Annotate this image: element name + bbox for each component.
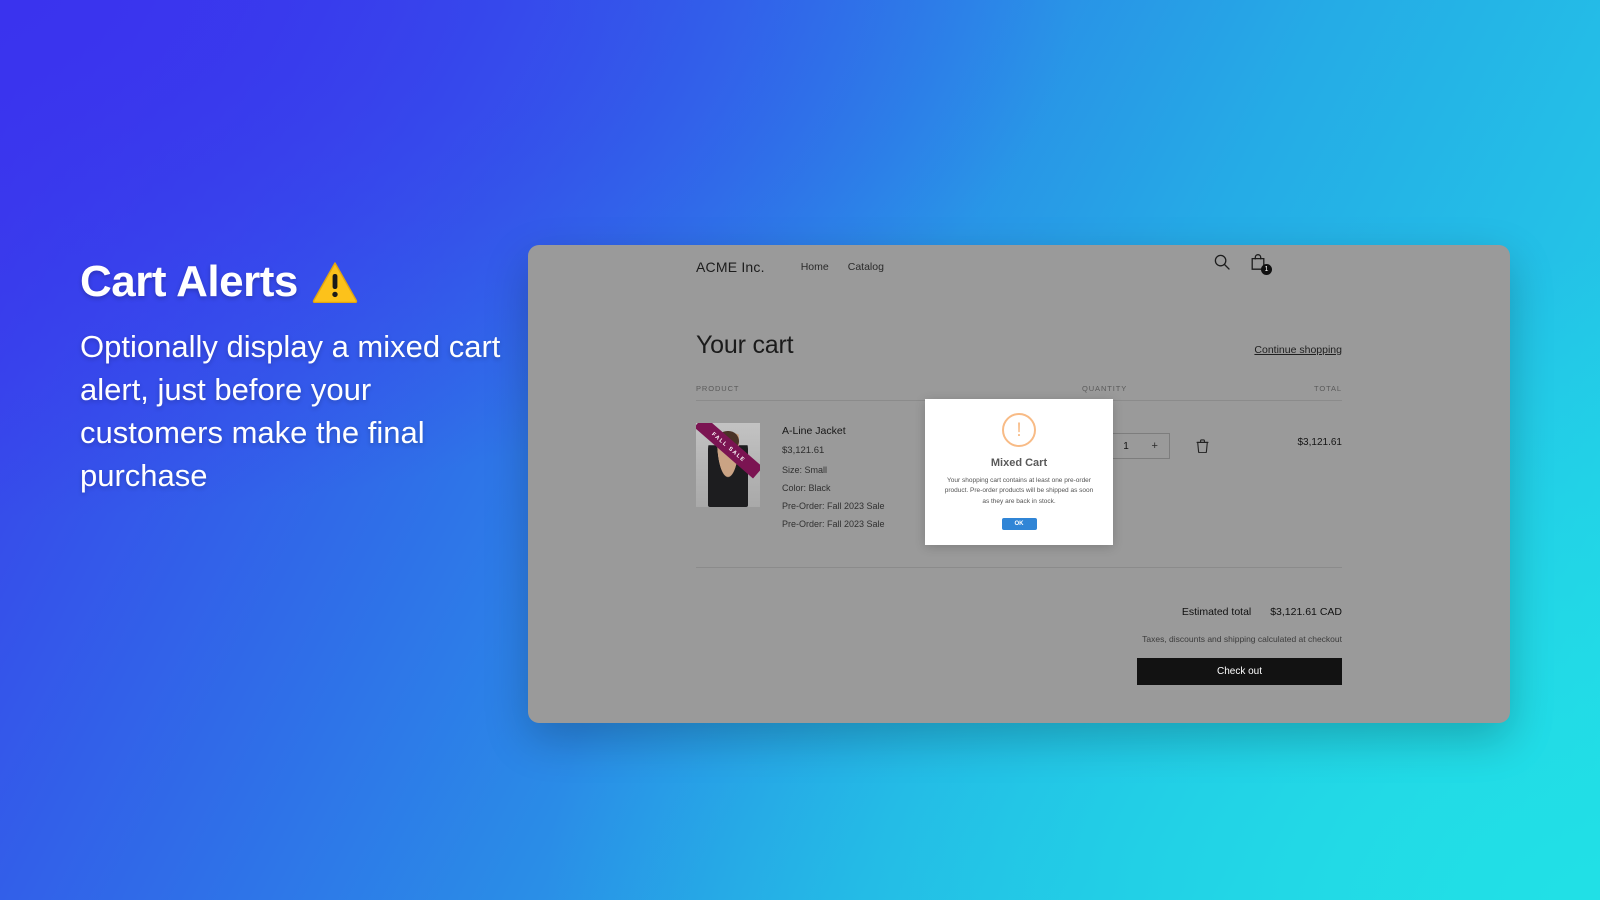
product-option-color: Color: Black: [782, 483, 831, 493]
product-option-size: Size: Small: [782, 465, 828, 475]
promo-block: Cart Alerts Optionally display a mixed c…: [80, 257, 510, 497]
search-icon[interactable]: [1213, 253, 1231, 271]
cart-title: Your cart: [696, 331, 794, 359]
quantity-value[interactable]: 1: [1112, 441, 1141, 452]
trash-icon[interactable]: [1196, 439, 1209, 454]
warning-glyph: !: [1016, 419, 1022, 441]
warning-emoji-icon: [312, 261, 358, 304]
product-info: A-Line Jacket $3,121.61 Size: Small Colo…: [782, 423, 885, 537]
product-price: $3,121.61: [782, 445, 825, 456]
column-header-quantity: QUANTITY: [1082, 384, 1128, 393]
modal-title: Mixed Cart: [990, 457, 1048, 469]
cart-count-badge: 1: [1261, 264, 1272, 275]
promo-subtitle: Optionally display a mixed cart alert, j…: [80, 329, 501, 493]
warning-circle-icon: !: [1002, 413, 1036, 447]
modal-ok-button[interactable]: OK: [1001, 518, 1037, 531]
product-name[interactable]: A-Line Jacket: [782, 425, 885, 437]
product-thumbnail[interactable]: FALL SALE: [696, 423, 760, 507]
mixed-cart-modal: ! Mixed Cart Your shopping cart contains…: [925, 399, 1113, 545]
cart-table-header: PRODUCT QUANTITY TOTAL: [696, 384, 1342, 400]
continue-shopping-link[interactable]: Continue shopping: [1254, 344, 1342, 356]
store-nav: Home Catalog: [801, 261, 884, 273]
page-title: Cart Alerts: [80, 257, 510, 306]
shopping-bag-icon[interactable]: 1: [1249, 253, 1272, 275]
line-total: $3,121.61: [1297, 437, 1343, 448]
cart-header-row: Your cart Continue shopping: [696, 331, 1342, 360]
column-header-total: TOTAL: [1314, 384, 1342, 393]
product-option-preorder-1: Pre-Order: Fall 2023 Sale: [782, 501, 885, 511]
store-preview-window: ACME Inc. Home Catalog 1 Your cart Conti…: [528, 245, 1510, 723]
promo-title-text: Cart Alerts: [80, 257, 298, 306]
estimated-total-label: Estimated total: [1181, 606, 1252, 618]
tax-note: Taxes, discounts and shipping calculated…: [1142, 634, 1342, 644]
column-header-product: PRODUCT: [696, 384, 740, 393]
modal-body-text: Your shopping cart contains at least one…: [944, 477, 1094, 505]
store-header: ACME Inc. Home Catalog 1: [528, 245, 1510, 283]
estimated-total-value: $3,121.61 CAD: [1270, 606, 1342, 618]
nav-item-home[interactable]: Home: [801, 261, 829, 273]
nav-item-catalog[interactable]: Catalog: [848, 261, 884, 273]
product-option-preorder-2: Pre-Order: Fall 2023 Sale: [782, 519, 885, 529]
header-actions: 1: [1213, 253, 1272, 275]
checkout-button[interactable]: Check out: [1137, 658, 1342, 685]
quantity-increase-button[interactable]: +: [1140, 434, 1169, 458]
cart-summary: Estimated total $3,121.61 CAD Taxes, dis…: [696, 606, 1342, 685]
table-divider-bottom: [696, 567, 1342, 568]
store-brand[interactable]: ACME Inc.: [696, 259, 765, 275]
estimated-total-row: Estimated total $3,121.61 CAD: [696, 606, 1342, 618]
